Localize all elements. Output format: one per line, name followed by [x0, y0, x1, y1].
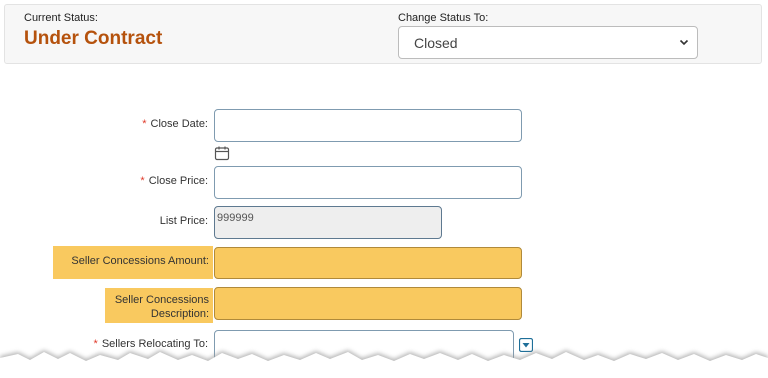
change-status-selected-value: Closed [414, 35, 458, 51]
list-price-field: 999999 [214, 206, 442, 239]
current-status-value: Under Contract [24, 28, 163, 49]
change-status-select[interactable]: Closed [398, 26, 698, 59]
change-status-label: Change Status To: [398, 12, 489, 24]
close-price-label-text: Close Price: [148, 175, 208, 187]
seller-concessions-amount-input[interactable] [214, 247, 522, 279]
close-date-label-text: Close Date: [150, 118, 208, 130]
seller-concessions-description-label-line1: Seller Concessions [114, 294, 209, 306]
close-date-input[interactable] [214, 109, 522, 142]
required-marker: * [140, 175, 145, 187]
seller-concessions-amount-label: Seller Concessions Amount: [53, 246, 213, 279]
list-price-label: List Price: [159, 215, 208, 227]
seller-concessions-description-input[interactable] [214, 287, 522, 320]
seller-concessions-description-label-line2: Description: [150, 308, 209, 320]
seller-concessions-description-label: Seller Concessions Description: [105, 288, 213, 323]
status-panel: Current Status: Under Contract Change St… [4, 4, 762, 64]
close-price-label: * Close Price: [110, 175, 208, 187]
seller-concessions-amount-label-text: Seller Concessions Amount: [71, 255, 209, 267]
torn-edge-decoration [0, 350, 768, 378]
required-marker: * [142, 118, 147, 130]
close-date-label: * Close Date: [110, 118, 208, 130]
chevron-down-icon [679, 39, 689, 46]
close-price-input[interactable] [214, 166, 522, 199]
current-status-label: Current Status: [24, 12, 98, 24]
calendar-icon[interactable] [214, 145, 230, 161]
